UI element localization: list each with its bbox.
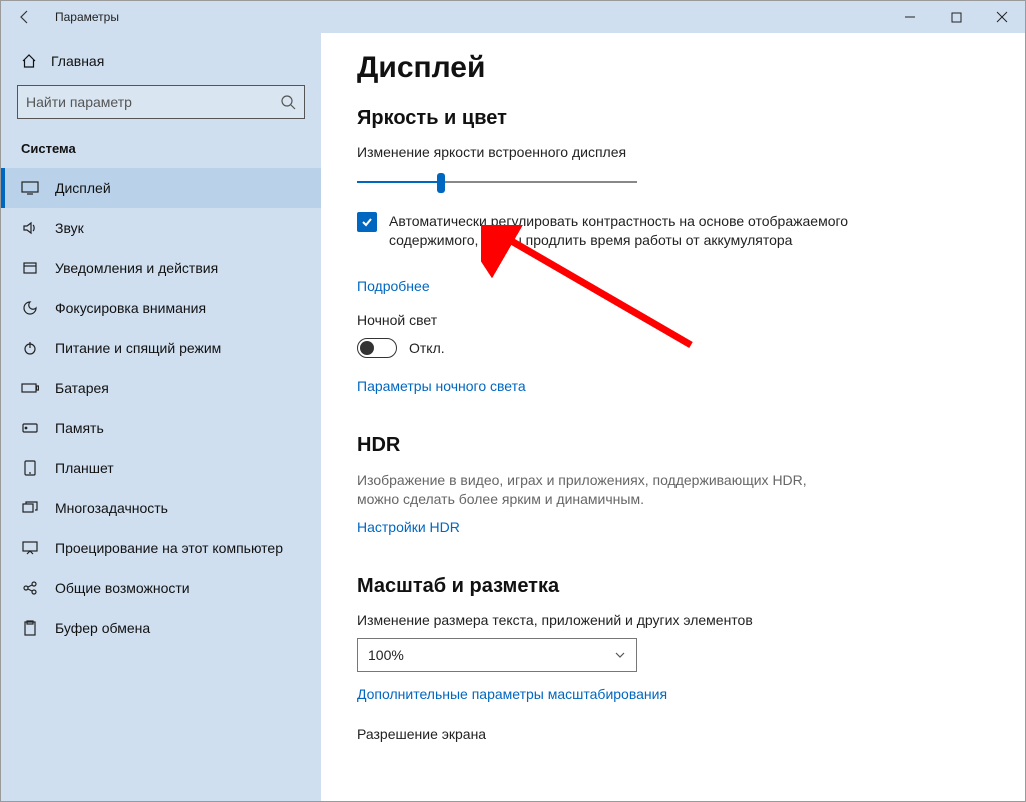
night-light-toggle[interactable] — [357, 338, 397, 358]
power-icon — [21, 340, 39, 356]
scale-dropdown[interactable]: 100% — [357, 638, 637, 672]
auto-contrast-label: Автоматически регулировать контрастность… — [389, 212, 849, 250]
tablet-icon — [21, 460, 39, 476]
sidebar-item-clipboard[interactable]: Буфер обмена — [1, 608, 321, 648]
sidebar-item-label: Дисплей — [55, 180, 111, 196]
slider-thumb[interactable] — [437, 173, 445, 193]
sidebar-item-projecting[interactable]: Проецирование на этот компьютер — [1, 528, 321, 568]
hdr-heading: HDR — [357, 434, 989, 457]
sidebar-item-label: Общие возможности — [55, 580, 190, 596]
night-light-label: Ночной свет — [357, 312, 989, 328]
sidebar: Главная Система Дисплей Звук — [1, 33, 321, 801]
brightness-section-heading: Яркость и цвет — [357, 107, 989, 130]
brightness-slider[interactable] — [357, 170, 637, 194]
minimize-button[interactable] — [887, 1, 933, 33]
sidebar-item-label: Питание и спящий режим — [55, 340, 221, 356]
sidebar-item-label: Буфер обмена — [55, 620, 150, 636]
scale-advanced-link[interactable]: Дополнительные параметры масштабирования — [357, 686, 667, 702]
maximize-button[interactable] — [933, 1, 979, 33]
notifications-icon — [21, 260, 39, 276]
projecting-icon — [21, 541, 39, 555]
battery-icon — [21, 382, 39, 394]
content-area: Дисплей Яркость и цвет Изменение яркости… — [321, 33, 1025, 801]
clipboard-icon — [21, 620, 39, 636]
shared-icon — [21, 580, 39, 596]
display-icon — [21, 181, 39, 195]
search-input[interactable] — [26, 94, 280, 110]
nav-list: Дисплей Звук Уведомления и действия Фоку… — [1, 168, 321, 648]
sidebar-item-multitasking[interactable]: Многозадачность — [1, 488, 321, 528]
sidebar-item-notifications[interactable]: Уведомления и действия — [1, 248, 321, 288]
home-label: Главная — [51, 53, 104, 69]
search-icon — [280, 94, 296, 110]
focus-assist-icon — [21, 300, 39, 316]
sound-icon — [21, 220, 39, 236]
titlebar: Параметры — [1, 1, 1025, 33]
sidebar-item-power[interactable]: Питание и спящий режим — [1, 328, 321, 368]
window-title: Параметры — [49, 10, 119, 24]
sidebar-item-label: Память — [55, 420, 104, 436]
settings-window: Параметры Главная — [0, 0, 1026, 802]
chevron-down-icon — [614, 649, 626, 661]
window-controls — [887, 1, 1025, 33]
slider-fill — [357, 181, 441, 183]
sidebar-item-label: Батарея — [55, 380, 109, 396]
category-heading: Система — [1, 131, 321, 168]
sidebar-item-label: Звук — [55, 220, 84, 236]
scale-label: Изменение размера текста, приложений и д… — [357, 612, 989, 628]
body: Главная Система Дисплей Звук — [1, 33, 1025, 801]
arrow-left-icon — [17, 9, 33, 25]
search-box[interactable] — [17, 85, 305, 119]
sidebar-item-battery[interactable]: Батарея — [1, 368, 321, 408]
minimize-icon — [904, 11, 916, 23]
multitasking-icon — [21, 501, 39, 515]
sidebar-item-tablet[interactable]: Планшет — [1, 448, 321, 488]
night-light-toggle-row: Откл. — [357, 338, 989, 358]
more-link[interactable]: Подробнее — [357, 278, 430, 294]
storage-icon — [21, 422, 39, 434]
toggle-knob — [360, 341, 374, 355]
home-icon — [21, 53, 37, 69]
resolution-label: Разрешение экрана — [357, 726, 989, 742]
sidebar-item-label: Уведомления и действия — [55, 260, 218, 276]
close-icon — [996, 11, 1008, 23]
hdr-settings-link[interactable]: Настройки HDR — [357, 519, 460, 535]
home-nav[interactable]: Главная — [1, 43, 321, 79]
scale-heading: Масштаб и разметка — [357, 575, 989, 598]
sidebar-item-label: Планшет — [55, 460, 114, 476]
back-button[interactable] — [1, 9, 49, 25]
maximize-icon — [951, 12, 962, 23]
sidebar-item-storage[interactable]: Память — [1, 408, 321, 448]
night-light-state: Откл. — [409, 340, 445, 356]
sidebar-item-focus-assist[interactable]: Фокусировка внимания — [1, 288, 321, 328]
close-button[interactable] — [979, 1, 1025, 33]
sidebar-item-label: Многозадачность — [55, 500, 168, 516]
page-title: Дисплей — [357, 51, 989, 85]
check-icon — [360, 215, 374, 229]
sidebar-item-sound[interactable]: Звук — [1, 208, 321, 248]
sidebar-item-shared[interactable]: Общие возможности — [1, 568, 321, 608]
night-light-settings-link[interactable]: Параметры ночного света — [357, 378, 526, 394]
sidebar-item-label: Проецирование на этот компьютер — [55, 540, 283, 556]
sidebar-item-display[interactable]: Дисплей — [1, 168, 321, 208]
auto-contrast-checkbox[interactable] — [357, 212, 377, 232]
auto-contrast-row: Автоматически регулировать контрастность… — [357, 212, 989, 250]
scale-dropdown-value: 100% — [368, 647, 404, 663]
brightness-label: Изменение яркости встроенного дисплея — [357, 144, 989, 160]
hdr-description: Изображение в видео, играх и приложениях… — [357, 471, 837, 509]
sidebar-item-label: Фокусировка внимания — [55, 300, 206, 316]
